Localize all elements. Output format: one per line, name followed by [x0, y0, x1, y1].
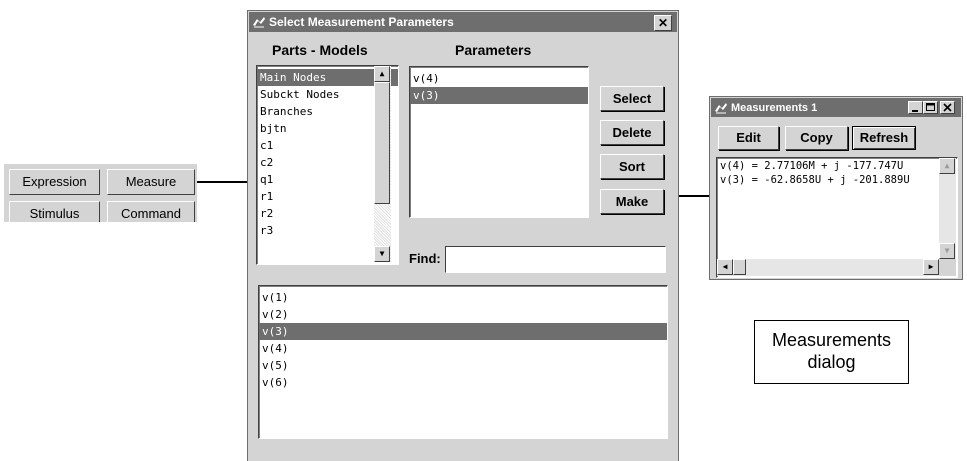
minimize-icon[interactable]	[908, 101, 923, 114]
expression-button[interactable]: Expression	[9, 169, 100, 195]
node-list-item[interactable]: v(4)	[259, 340, 667, 357]
caption-line-1: Measurements	[771, 330, 892, 350]
select-button[interactable]: Select	[600, 86, 664, 111]
copy-button[interactable]: Copy	[785, 126, 848, 150]
scroll-right-icon[interactable]: ▶	[923, 259, 939, 275]
command-button[interactable]: Command	[107, 201, 195, 222]
results-vertical-scrollbar[interactable]: ▲ ▼	[939, 158, 956, 259]
scroll-up-icon[interactable]: ▲	[939, 158, 955, 174]
edit-button[interactable]: Edit	[718, 126, 779, 150]
parameter-list-item[interactable]: v(3)	[410, 87, 588, 104]
measurement-line: v(4) = 2.77106M + j -177.747U	[720, 160, 904, 172]
parameters-header: Parameters	[455, 42, 532, 58]
caption-line-2: dialog	[807, 352, 856, 372]
scroll-up-icon[interactable]: ▲	[374, 66, 390, 82]
parameters-list[interactable]: v(4) v(3)	[409, 66, 589, 218]
dialog-titlebar: Select Measurement Parameters	[249, 12, 677, 32]
refresh-button[interactable]: Refresh	[852, 126, 916, 150]
node-list-item[interactable]: v(3)	[259, 323, 667, 340]
find-label: Find:	[409, 251, 441, 266]
parts-models-list[interactable]: Main Nodes Subckt Nodes Branches bjtn c1 c2 q1…	[256, 65, 399, 265]
measure-button[interactable]: Measure	[107, 169, 195, 195]
make-button[interactable]: Make	[600, 189, 664, 214]
maximize-icon[interactable]	[923, 101, 938, 114]
parts-scrollbar[interactable]: ▲ ▼	[374, 66, 391, 262]
scroll-thumb[interactable]	[374, 82, 390, 204]
measurements-title: Measurements 1	[731, 101, 818, 114]
sort-button[interactable]: Sort	[600, 154, 664, 179]
node-list-item[interactable]: v(1)	[259, 289, 667, 306]
scroll-corner	[939, 259, 956, 276]
node-list-item[interactable]: v(2)	[259, 306, 667, 323]
h-scroll-thumb[interactable]	[733, 259, 746, 275]
close-icon[interactable]: ✕	[654, 15, 672, 31]
scroll-left-icon[interactable]: ◀	[717, 259, 733, 275]
node-list-item[interactable]: v(5)	[259, 357, 667, 374]
dialog-title: Select Measurement Parameters	[269, 15, 454, 29]
measurements-dialog-caption: Measurements dialog	[754, 320, 909, 384]
delete-button[interactable]: Delete	[600, 120, 664, 145]
results-horizontal-scrollbar[interactable]: ◀ ▶	[717, 259, 939, 276]
app-icon	[253, 17, 265, 28]
measurements-window: Measurements 1 Edit Copy Refresh v(4) = …	[709, 96, 963, 280]
connector-line-right	[679, 195, 710, 197]
parameter-list-item[interactable]: v(4)	[410, 70, 588, 87]
measurements-results[interactable]: v(4) = 2.77106M + j -177.747U v(3) = -62.…	[716, 157, 958, 278]
scroll-down-icon[interactable]: ▼	[939, 243, 955, 259]
nodes-list[interactable]: v(1) v(2) v(3) v(4) v(5) v(6)	[258, 285, 668, 439]
find-input[interactable]	[445, 246, 666, 273]
stimulus-button[interactable]: Stimulus	[9, 201, 100, 222]
scroll-down-icon[interactable]: ▼	[374, 246, 390, 262]
parts-models-header: Parts - Models	[272, 42, 368, 58]
connector-line-left	[197, 181, 247, 183]
app-icon	[715, 102, 727, 113]
parameters-items: v(4) v(3)	[410, 67, 588, 104]
node-list-item[interactable]: v(6)	[259, 374, 667, 391]
measurement-line: v(3) = -62.8658U + j -201.889U	[720, 174, 910, 186]
nodes-items: v(1) v(2) v(3) v(4) v(5) v(6)	[259, 286, 667, 391]
close-icon[interactable]	[940, 101, 955, 114]
toolbar-fragment: Expression Measure Stimulus Command	[4, 164, 197, 222]
measurement-lines: v(4) = 2.77106M + j -177.747U v(3) = -62.…	[717, 158, 957, 187]
select-measurement-dialog: Select Measurement Parameters ✕ Parts - …	[247, 10, 679, 461]
